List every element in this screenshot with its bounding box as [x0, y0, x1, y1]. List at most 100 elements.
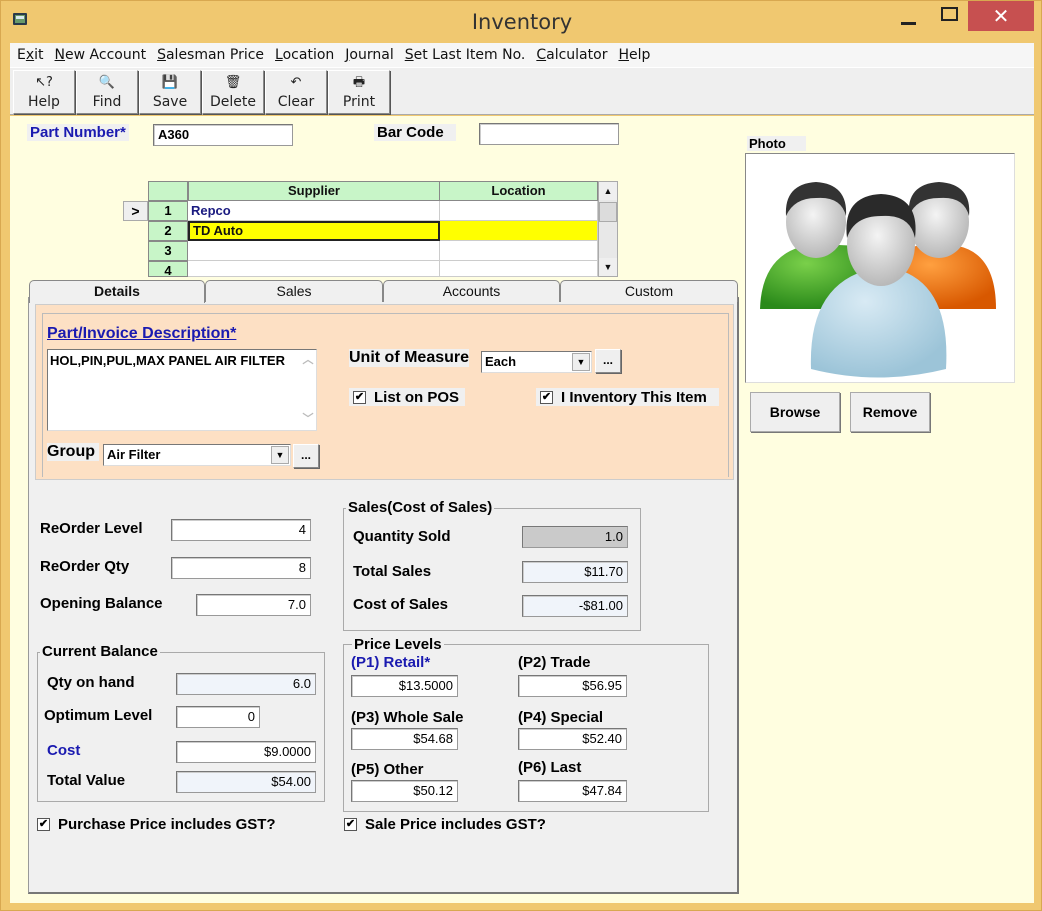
remove-button[interactable]: Remove — [850, 392, 930, 432]
dropdown-arrow-icon[interactable]: ▼ — [271, 446, 289, 464]
unit-browse-button[interactable]: ... — [595, 349, 621, 373]
grid-row-number[interactable]: 3 — [148, 241, 188, 261]
description-label-link[interactable]: Part/Invoice Description* — [47, 325, 236, 343]
price-level-input-p5[interactable]: $50.12 — [351, 780, 458, 802]
grid-cell-supplier[interactable] — [188, 261, 440, 277]
grid-cell-location[interactable] — [440, 261, 598, 277]
clear-button[interactable]: ↶ Clear — [265, 70, 327, 114]
group-browse-button[interactable]: ... — [293, 444, 319, 468]
inventory-window: Inventory ✕ Exit New Account Salesman Pric… — [0, 0, 1042, 911]
help-button[interactable]: ↖? Help — [13, 70, 75, 114]
menu-location[interactable]: Location — [275, 47, 334, 63]
minimize-button[interactable] — [885, 1, 931, 31]
inventory-item-checkbox[interactable]: ✔ I Inventory This Item — [536, 388, 719, 406]
grid-row-number[interactable]: 1 — [148, 201, 188, 221]
total-value-value: $54.00 — [176, 771, 316, 793]
purchase-gst-label: Purchase Price includes GST? — [58, 816, 276, 833]
print-button-label: Print — [342, 94, 376, 110]
grid-row-number[interactable]: 2 — [148, 221, 188, 241]
checkbox-checked-icon[interactable]: ✔ — [540, 390, 553, 404]
tab-sales[interactable]: Sales — [205, 280, 383, 302]
description-textarea[interactable]: HOL,PIN,PUL,MAX PANEL AIR FILTER ︿ ﹀ — [47, 349, 317, 431]
price-level-label: (P2) Trade — [518, 654, 591, 671]
checkbox-checked-icon[interactable]: ✔ — [353, 390, 366, 404]
find-button-label: Find — [92, 94, 122, 110]
price-level-label: (P1) Retail* — [351, 654, 431, 671]
menu-salesman-price[interactable]: Salesman Price — [157, 47, 264, 63]
tab-panel: Details Sales Accounts Custom Part/Invoi… — [28, 280, 739, 894]
purchase-gst-checkbox[interactable]: ✔ Purchase Price includes GST? — [33, 816, 282, 833]
bar-code-label: Bar Code — [374, 124, 456, 141]
menu-help[interactable]: Help — [618, 47, 650, 63]
current-balance-title: Current Balance — [40, 643, 160, 660]
grid-cell-supplier[interactable]: Repco — [188, 201, 440, 221]
opening-balance-input[interactable]: 7.0 — [196, 594, 311, 616]
grid-cell-supplier[interactable]: TD Auto — [188, 221, 440, 241]
tab-details[interactable]: Details — [29, 280, 205, 303]
scroll-thumb[interactable] — [599, 202, 617, 222]
inventory-item-label: I Inventory This Item — [561, 388, 707, 406]
grid-cell-location[interactable] — [440, 241, 598, 261]
close-button[interactable]: ✕ — [968, 1, 1034, 31]
scroll-down-arrow-icon[interactable]: ▼ — [599, 258, 617, 276]
tab-accounts[interactable]: Accounts — [383, 280, 560, 302]
list-on-pos-label: List on POS — [374, 388, 460, 406]
checkbox-checked-icon[interactable]: ✔ — [37, 818, 50, 831]
menu-calculator[interactable]: Calculator — [536, 47, 607, 63]
description-text: HOL,PIN,PUL,MAX PANEL AIR FILTER — [50, 353, 285, 368]
tab-custom[interactable]: Custom — [560, 280, 738, 302]
menu-exit[interactable]: Exit — [17, 47, 44, 63]
unit-of-measure-combo[interactable]: Each ▼ — [481, 351, 592, 373]
unit-value: Each — [485, 354, 517, 369]
browse-button[interactable]: Browse — [750, 392, 840, 432]
checkbox-checked-icon[interactable]: ✔ — [344, 818, 357, 831]
grid-header-location[interactable]: Location — [439, 181, 598, 201]
textarea-scrollbar[interactable]: ︿ ﹀ — [300, 350, 316, 430]
current-row-indicator: > — [123, 201, 148, 221]
photo-frame[interactable] — [745, 153, 1015, 383]
sale-gst-checkbox[interactable]: ✔ Sale Price includes GST? — [340, 816, 552, 833]
find-button[interactable]: 🔍 Find — [76, 70, 138, 114]
scroll-up-arrow-icon[interactable]: ▲ — [599, 182, 617, 200]
group-combo[interactable]: Air Filter ▼ — [103, 444, 291, 466]
delete-button[interactable]: 🗑 Delete — [202, 70, 264, 114]
bar-code-input[interactable] — [479, 123, 619, 145]
optimum-level-label: Optimum Level — [44, 707, 153, 724]
cost-of-sales-label: Cost of Sales — [353, 596, 449, 613]
chevron-down-icon[interactable]: ﹀ — [300, 411, 316, 428]
reorder-qty-input[interactable]: 8 — [171, 557, 311, 579]
grid-cell-supplier[interactable] — [188, 241, 440, 261]
grid-cell-location[interactable] — [440, 221, 598, 241]
cost-input[interactable]: $9.0000 — [176, 741, 316, 763]
grid-vertical-scrollbar[interactable]: ▲ ▼ — [598, 181, 618, 277]
part-number-input[interactable]: A360 — [153, 124, 293, 146]
grid-corner-header[interactable] — [148, 181, 188, 201]
reorder-qty-label: ReOrder Qty — [40, 558, 130, 575]
recycle-bin-icon: 🗑 — [224, 75, 242, 90]
list-on-pos-checkbox[interactable]: ✔ List on POS — [349, 388, 466, 406]
price-level-input-p3[interactable]: $54.68 — [351, 728, 458, 750]
grid-row-number[interactable]: 4 — [148, 261, 188, 278]
grid-cell-location[interactable] — [440, 201, 598, 221]
reorder-level-input[interactable]: 4 — [171, 519, 311, 541]
sales-group: Sales(Cost of Sales) Quantity Sold 1.0 T… — [343, 499, 641, 631]
clear-button-label: Clear — [277, 94, 315, 110]
menu-journal[interactable]: Journal — [345, 47, 393, 63]
dropdown-arrow-icon[interactable]: ▼ — [572, 353, 590, 371]
price-level-label: (P4) Special — [518, 709, 604, 726]
grid-header-supplier[interactable]: Supplier — [188, 181, 440, 201]
maximize-button[interactable] — [926, 1, 972, 31]
price-level-input-p1[interactable]: $13.5000 — [351, 675, 458, 697]
title-bar[interactable]: Inventory ✕ — [1, 1, 1042, 43]
save-button[interactable]: 💾 Save — [139, 70, 201, 114]
price-level-input-p2[interactable]: $56.95 — [518, 675, 627, 697]
print-button[interactable]: 🖶 Print — [328, 70, 390, 114]
current-balance-group: Current Balance Qty on hand 6.0 Optimum … — [37, 643, 325, 802]
optimum-level-input[interactable]: 0 — [176, 706, 260, 728]
menu-new-account[interactable]: New Account — [55, 47, 147, 63]
price-level-input-p6[interactable]: $47.84 — [518, 780, 627, 802]
users-group-icon — [760, 182, 996, 378]
menu-set-last-item-no[interactable]: Set Last Item No. — [405, 47, 526, 63]
price-level-input-p4[interactable]: $52.40 — [518, 728, 627, 750]
chevron-up-icon[interactable]: ︿ — [300, 352, 316, 369]
